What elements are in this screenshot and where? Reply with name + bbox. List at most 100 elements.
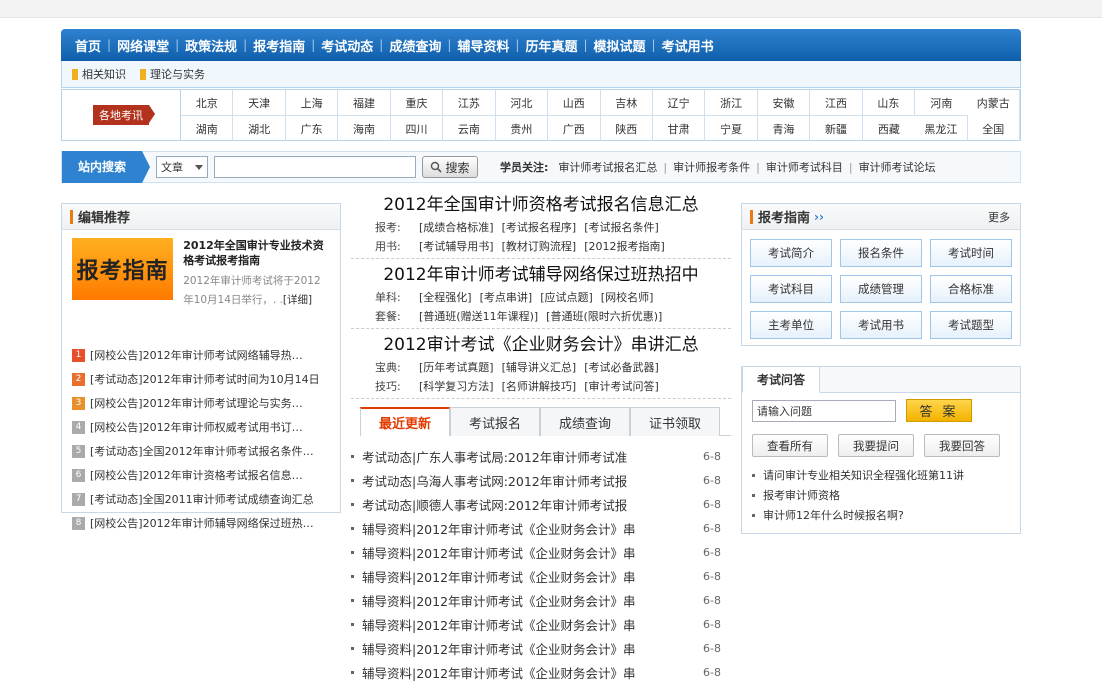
- answer-button[interactable]: 答 案: [906, 399, 972, 422]
- headline-link[interactable]: [名师讲解技巧]: [502, 380, 577, 393]
- region-link[interactable]: 上海: [285, 90, 339, 116]
- headline-link[interactable]: [考试辅导用书]: [419, 240, 494, 253]
- guide-button[interactable]: 考试题型: [930, 311, 1012, 339]
- news-title[interactable]: 辅导资料|2012年审计师考试《企业财务会计》串: [362, 663, 693, 682]
- list-item[interactable]: 8 [网校公告]2012年审计师辅导网络保过班热…: [72, 511, 330, 535]
- nav-item[interactable]: 历年真题: [519, 36, 583, 55]
- headline-link[interactable]: [历年考试真题]: [419, 361, 494, 374]
- region-link[interactable]: 辽宁: [652, 90, 706, 116]
- region-link[interactable]: 重庆: [390, 90, 444, 116]
- search-button[interactable]: 搜索: [422, 156, 478, 178]
- qa-item[interactable]: 报考审计师资格: [752, 485, 1020, 505]
- list-item[interactable]: 4 [网校公告]2012年审计师权威考试用书订…: [72, 415, 330, 439]
- qa-action-button[interactable]: 查看所有: [752, 434, 828, 457]
- region-link[interactable]: 福建: [338, 90, 391, 116]
- nav-item[interactable]: 首页: [69, 36, 107, 55]
- guide-banner-image[interactable]: 报考指南: [72, 238, 174, 300]
- headline-title[interactable]: 2012年全国审计师资格考试报名信息汇总: [351, 193, 731, 217]
- news-title[interactable]: 辅导资料|2012年审计师考试《企业财务会计》串: [362, 519, 693, 538]
- list-item[interactable]: 7 [考试动态]全国2011审计师考试成绩查询汇总: [72, 487, 330, 511]
- qa-item[interactable]: 请问审计专业相关知识全程强化班第11讲: [752, 465, 1020, 485]
- region-link[interactable]: 浙江: [705, 90, 758, 116]
- region-link[interactable]: 海南: [338, 116, 391, 141]
- list-item[interactable]: 2 [考试动态]2012年审计师考试时间为10月14日: [72, 367, 330, 391]
- feature-title[interactable]: 2012年全国审计专业技术资格考试报考指南: [183, 238, 330, 268]
- headline-link[interactable]: [辅导讲义汇总]: [502, 361, 577, 374]
- list-item-text[interactable]: [网校公告]2012年审计师考试理论与实务…: [90, 395, 303, 411]
- guide-button[interactable]: 考试简介: [750, 239, 832, 267]
- region-link[interactable]: 江苏: [443, 90, 496, 116]
- region-link[interactable]: 广东: [286, 116, 339, 141]
- search-type-select[interactable]: 文章: [156, 156, 208, 178]
- tab-exam-qa[interactable]: 考试问答: [742, 366, 820, 393]
- list-item-text[interactable]: [网校公告]2012年审计师辅导网络保过班热…: [90, 515, 314, 531]
- qa-action-button[interactable]: 我要提问: [838, 434, 914, 457]
- list-item[interactable]: 5 [考试动态]全国2012年审计师考试报名条件…: [72, 439, 330, 463]
- region-link[interactable]: 北京: [181, 90, 234, 116]
- list-item[interactable]: 3 [网校公告]2012年审计师考试理论与实务…: [72, 391, 330, 415]
- news-title[interactable]: 辅导资料|2012年审计师考试《企业财务会计》串: [362, 591, 693, 610]
- qa-action-button[interactable]: 我要回答: [924, 434, 1000, 457]
- region-link[interactable]: 安徽: [757, 90, 811, 116]
- region-link[interactable]: 甘肃: [653, 116, 706, 141]
- headline-link[interactable]: [考试报名条件]: [584, 221, 659, 234]
- headline-link[interactable]: [普通班(赠送11年课程)]: [419, 310, 538, 323]
- tab[interactable]: 证书领取: [630, 407, 720, 436]
- headline-link[interactable]: [教材订购流程]: [502, 240, 577, 253]
- list-item-text[interactable]: [考试动态]全国2011审计师考试成绩查询汇总: [90, 491, 314, 507]
- region-link[interactable]: 湖南: [181, 116, 234, 141]
- news-row[interactable]: 辅导资料|2012年审计师考试《企业财务会计》串 6-8: [351, 660, 731, 684]
- region-link[interactable]: 江西: [810, 90, 863, 116]
- region-link[interactable]: 黑龙江: [915, 116, 968, 141]
- qa-item[interactable]: 审计师12年什么时候报名啊?: [752, 505, 1020, 525]
- news-row[interactable]: 考试动态|广东人事考试局:2012年审计师考试准 6-8: [351, 444, 731, 468]
- guide-button[interactable]: 考试用书: [840, 311, 922, 339]
- headline-link[interactable]: [成绩合格标准]: [419, 221, 494, 234]
- region-link[interactable]: 全国: [968, 116, 1020, 141]
- subnav-label[interactable]: 相关知识: [82, 66, 126, 82]
- subnav-label[interactable]: 理论与实务: [150, 66, 205, 82]
- news-title[interactable]: 考试动态|广东人事考试局:2012年审计师考试准: [362, 447, 693, 466]
- guide-button[interactable]: 报名条件: [840, 239, 922, 267]
- news-title[interactable]: 考试动态|乌海人事考试网:2012年审计师考试报: [362, 471, 693, 490]
- region-link[interactable]: 河南: [915, 90, 968, 116]
- guide-button[interactable]: 考试科目: [750, 275, 832, 303]
- subnav-item-related-knowledge[interactable]: 相关知识: [72, 66, 126, 82]
- region-link[interactable]: 宁夏: [705, 116, 758, 141]
- list-item-text[interactable]: [考试动态]2012年审计师考试时间为10月14日: [90, 371, 320, 387]
- nav-item[interactable]: 辅导资料: [451, 36, 515, 55]
- nav-item[interactable]: 考试动态: [315, 36, 379, 55]
- news-row[interactable]: 考试动态|顺德人事考试网:2012年审计师考试报 6-8: [351, 492, 731, 516]
- guide-button[interactable]: 成绩管理: [840, 275, 922, 303]
- headline-link[interactable]: [考试必备武器]: [584, 361, 659, 374]
- detail-link[interactable]: [详细]: [283, 294, 312, 306]
- focus-link[interactable]: 审计师考试报名汇总: [552, 159, 663, 175]
- headline-title[interactable]: 2012审计考试《企业财务会计》串讲汇总: [351, 333, 731, 357]
- headline-link[interactable]: [考试报名程序]: [502, 221, 577, 234]
- news-title[interactable]: 辅导资料|2012年审计师考试《企业财务会计》串: [362, 615, 693, 634]
- headline-title[interactable]: 2012年审计师考试辅导网络保过班热招中: [351, 263, 731, 287]
- search-input[interactable]: [214, 156, 416, 178]
- question-input[interactable]: 请输入问题: [752, 399, 896, 422]
- region-link[interactable]: 山东: [862, 90, 916, 116]
- region-link[interactable]: 贵州: [496, 116, 549, 141]
- headline-link[interactable]: [考点串讲]: [480, 291, 533, 304]
- region-link[interactable]: 陕西: [601, 116, 653, 141]
- list-item[interactable]: 6 [网校公告]2012年审计资格考试报名信息…: [72, 463, 330, 487]
- tab[interactable]: 最近更新: [360, 407, 450, 436]
- news-row[interactable]: 辅导资料|2012年审计师考试《企业财务会计》串 6-8: [351, 516, 731, 540]
- region-link[interactable]: 天津: [233, 90, 286, 116]
- region-link[interactable]: 四川: [391, 116, 444, 141]
- headline-link[interactable]: [网校名师]: [601, 291, 654, 304]
- nav-item[interactable]: 政策法规: [179, 36, 243, 55]
- list-item[interactable]: 1 [网校公告]2012年审计师考试网络辅导热…: [72, 343, 330, 367]
- news-row[interactable]: 辅导资料|2012年审计师考试《企业财务会计》串 6-8: [351, 540, 731, 564]
- headline-link[interactable]: [应试点题]: [540, 291, 593, 304]
- tab[interactable]: 成绩查询: [540, 407, 630, 436]
- news-title[interactable]: 辅导资料|2012年审计师考试《企业财务会计》串: [362, 567, 693, 586]
- qa-item-text[interactable]: 请问审计专业相关知识全程强化班第11讲: [763, 467, 964, 483]
- nav-item[interactable]: 报考指南: [247, 36, 311, 55]
- qa-item-text[interactable]: 审计师12年什么时候报名啊?: [763, 507, 904, 523]
- list-item-text[interactable]: [考试动态]全国2012年审计师考试报名条件…: [90, 443, 314, 459]
- tab[interactable]: 考试报名: [450, 407, 540, 436]
